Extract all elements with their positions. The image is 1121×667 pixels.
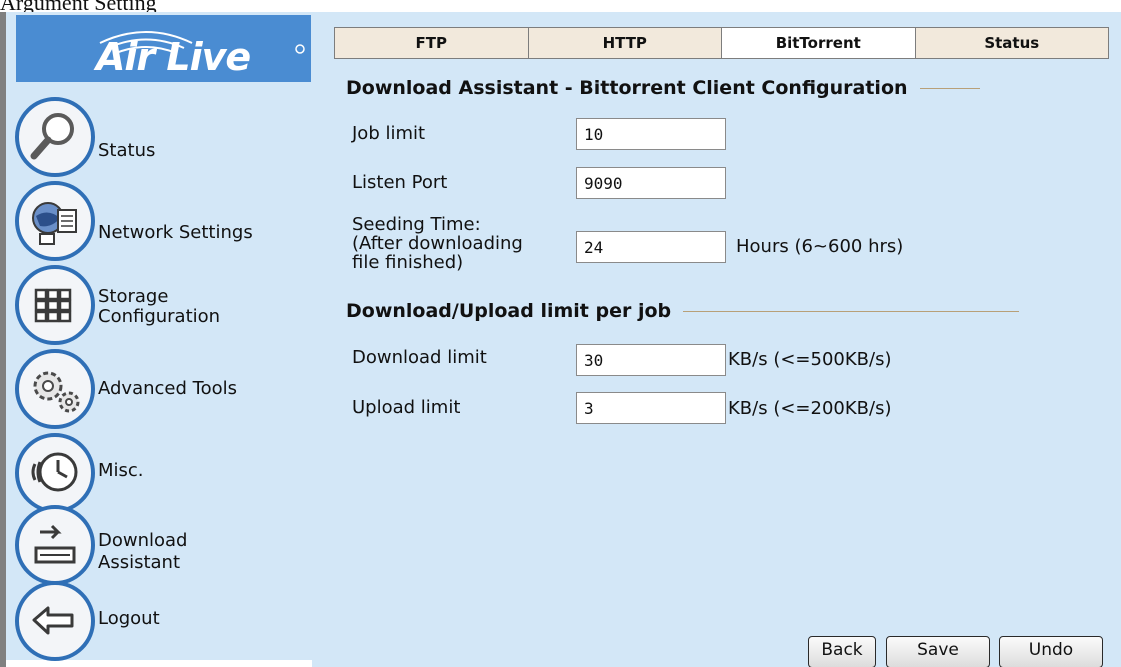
seeding-time-label-line3: file finished) <box>352 252 464 273</box>
tab-http[interactable]: HTTP <box>528 28 722 58</box>
page-caption: Argument Setting <box>0 0 157 15</box>
magnifier-icon <box>15 97 95 177</box>
section-title-text: Download Assistant - Bittorrent Client C… <box>346 77 908 99</box>
gears-icon <box>15 349 95 429</box>
sidebar-item-label-line2: Configuration <box>98 306 221 327</box>
network-icon <box>15 181 95 261</box>
listen-port-label: Listen Port <box>352 172 448 193</box>
sidebar-item-label: Logout <box>98 608 160 629</box>
download-limit-label: Download limit <box>352 347 487 368</box>
upload-limit-hint: KB/s (<=200KB/s) <box>728 398 892 419</box>
logo-text: Air Live <box>96 35 251 79</box>
tab-bar: FTP HTTP BitTorrent Status <box>334 27 1109 59</box>
section-heading-limits: Download/Upload limit per job <box>346 300 1020 322</box>
sidebar-item-status[interactable]: Status <box>6 96 312 178</box>
seeding-time-hint: Hours (6~600 hrs) <box>736 236 904 257</box>
sidebar-item-label: Download <box>98 530 188 551</box>
section-rule <box>683 310 1020 312</box>
section-heading-bittorrent-config: Download Assistant - Bittorrent Client C… <box>346 77 980 99</box>
tab-bittorrent[interactable]: BitTorrent <box>722 28 916 58</box>
undo-button[interactable]: Undo <box>999 636 1103 667</box>
upload-limit-label: Upload limit <box>352 397 461 418</box>
back-arrow-icon <box>15 581 95 661</box>
sidebar-item-download-assistant[interactable]: Download Assistant <box>6 504 312 586</box>
download-limit-hint: KB/s (<=500KB/s) <box>728 349 892 370</box>
job-limit-input[interactable] <box>576 118 726 150</box>
sidebar-item-misc[interactable]: Misc. <box>6 432 312 514</box>
sidebar-item-label: Advanced Tools <box>98 378 237 399</box>
grid-storage-icon <box>15 265 95 345</box>
download-tray-icon <box>15 505 95 585</box>
download-limit-input[interactable] <box>576 344 726 376</box>
sidebar: Air Live Status Network Settings Storage… <box>6 12 312 662</box>
save-button[interactable]: Save <box>886 636 990 667</box>
sidebar-item-label-line2: Assistant <box>98 552 181 573</box>
sidebar-item-logout[interactable]: Logout <box>6 580 312 662</box>
back-button[interactable]: Back <box>808 636 876 667</box>
section-rule <box>919 87 980 89</box>
sidebar-item-label: Misc. <box>98 460 144 481</box>
airlive-logo: Air Live <box>16 15 311 82</box>
sidebar-item-label: Network Settings <box>98 222 253 243</box>
tab-status[interactable]: Status <box>915 28 1108 58</box>
tab-ftp[interactable]: FTP <box>335 28 529 58</box>
sidebar-item-storage-configuration[interactable]: Storage Configuration <box>6 264 312 346</box>
seeding-time-input[interactable] <box>576 231 726 263</box>
clock-icon <box>15 433 95 513</box>
section-title-text: Download/Upload limit per job <box>346 300 672 322</box>
sidebar-item-label: Storage <box>98 286 169 307</box>
sidebar-item-label: Status <box>98 140 156 161</box>
listen-port-input[interactable] <box>576 167 726 199</box>
job-limit-label: Job limit <box>352 123 426 144</box>
upload-limit-input[interactable] <box>576 392 726 424</box>
sidebar-item-advanced-tools[interactable]: Advanced Tools <box>6 348 312 430</box>
sidebar-item-network-settings[interactable]: Network Settings <box>6 180 312 262</box>
